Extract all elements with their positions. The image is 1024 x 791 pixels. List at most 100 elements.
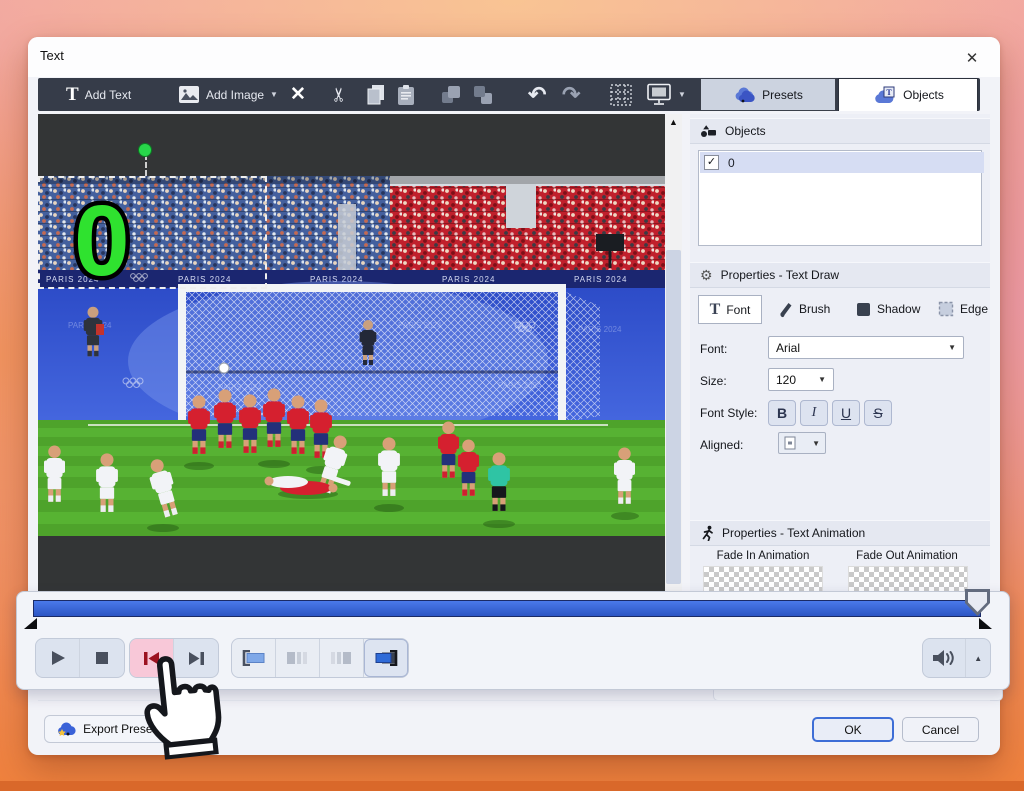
size-label: Size:: [700, 374, 727, 388]
step-back-icon: [287, 651, 309, 665]
size-value: 120: [776, 373, 796, 387]
copy-button[interactable]: [366, 78, 386, 111]
undo-button[interactable]: ↶: [528, 78, 546, 111]
fade-out-label: Fade Out Animation: [842, 550, 972, 562]
monitor-icon: [646, 83, 672, 106]
objects-section-header: Objects: [690, 118, 990, 144]
trim-start-marker[interactable]: [24, 618, 37, 629]
chevron-down-icon: ▼: [812, 439, 820, 448]
hand-cursor: [128, 642, 225, 762]
italic-button[interactable]: I: [800, 400, 828, 426]
set-end-button[interactable]: [364, 639, 408, 677]
send-backward-button[interactable]: [472, 78, 494, 111]
play-button[interactable]: [36, 639, 80, 677]
objects-tab-icon: T: [872, 86, 896, 105]
font-style-label: Font Style:: [700, 406, 757, 420]
text-tool-icon: T: [66, 84, 79, 106]
text-draw-section-header: ⚙ Properties - Text Draw: [690, 262, 990, 288]
volume-control: ▲: [922, 638, 991, 678]
presets-cloud-icon: [733, 86, 755, 103]
tab-objects[interactable]: T Objects: [838, 78, 978, 111]
scroll-up-icon[interactable]: ▲: [665, 117, 682, 127]
desktop-background: Text ✕ T Add Text Add Image ▼ ✕ ✂: [0, 0, 1024, 791]
tab-presets[interactable]: Presets: [700, 78, 836, 111]
image-icon: [178, 85, 200, 104]
preview-canvas[interactable]: PARIS 2024 PARIS 2024 PARIS 2024 PARIS 2…: [38, 114, 682, 597]
copy-icon: [366, 84, 386, 106]
delete-object-button[interactable]: ✕: [290, 78, 306, 111]
send-backward-icon: [472, 85, 494, 105]
object-item-label: 0: [728, 156, 735, 170]
grid-toggle-button[interactable]: [610, 78, 632, 111]
checkbox-checked[interactable]: ✓: [704, 155, 719, 170]
tab-edge[interactable]: Edge: [938, 298, 988, 320]
tab-font[interactable]: T Font: [698, 295, 762, 324]
font-label: Font:: [700, 342, 727, 356]
trim-end-marker[interactable]: [979, 618, 992, 629]
gear-icon: ⚙: [700, 268, 713, 282]
paste-button[interactable]: [396, 78, 416, 111]
volume-button[interactable]: [923, 639, 966, 677]
speaker-icon: [932, 648, 956, 668]
fade-out-preview[interactable]: [848, 566, 968, 592]
font-select[interactable]: Arial ▼: [768, 336, 964, 359]
add-image-button[interactable]: Add Image ▼: [178, 78, 278, 111]
objects-list[interactable]: ✓ 0: [698, 150, 982, 246]
preview-scrollbar[interactable]: ▲: [665, 114, 682, 597]
fade-in-label: Fade In Animation: [698, 550, 828, 562]
strikethrough-button[interactable]: S: [864, 400, 892, 426]
chevron-down-icon: ▼: [678, 90, 686, 99]
ok-button[interactable]: OK: [812, 717, 894, 742]
svg-text:T: T: [886, 88, 892, 97]
scissors-icon: ✂: [328, 87, 351, 103]
preview-scrollbar-thumb[interactable]: [666, 250, 681, 584]
bring-forward-icon: [440, 85, 462, 105]
shapes-icon: [700, 124, 717, 138]
object-list-item[interactable]: ✓ 0: [700, 152, 984, 173]
set-start-icon: [242, 650, 266, 666]
chevron-down-icon: ▼: [948, 343, 956, 352]
aligned-label: Aligned:: [700, 438, 743, 452]
font-tab-icon: T: [710, 301, 721, 319]
svg-text:PARIS 2024: PARIS 2024: [442, 275, 495, 284]
aligned-select[interactable]: ▼: [778, 432, 826, 454]
align-center-icon: [784, 436, 796, 450]
chevron-down-icon: ▼: [270, 90, 278, 99]
stop-button[interactable]: [80, 639, 124, 677]
volume-expand-button[interactable]: ▲: [966, 639, 990, 677]
properties-panel: Objects ✓ 0 ⚙ Properties - Text Draw T F…: [690, 114, 990, 592]
redo-icon: ↷: [562, 82, 580, 108]
edge-icon: [938, 301, 954, 317]
chevron-down-icon: ▼: [818, 375, 826, 384]
redo-button[interactable]: ↷: [562, 78, 580, 111]
step-region-forward-button[interactable]: [320, 639, 364, 677]
dialog-titlebar: [28, 37, 1000, 77]
add-text-button[interactable]: T Add Text: [66, 78, 131, 111]
bring-forward-button[interactable]: [440, 78, 462, 111]
dialog-title: Text: [40, 48, 64, 63]
step-region-back-button[interactable]: [276, 639, 320, 677]
svg-text:PARIS 2024: PARIS 2024: [574, 275, 627, 284]
paste-icon: [396, 84, 416, 106]
running-man-icon: [700, 525, 714, 541]
size-select[interactable]: 120 ▼: [768, 368, 834, 391]
rotation-handle[interactable]: [138, 143, 152, 157]
close-icon[interactable]: ✕: [960, 49, 984, 71]
cut-button[interactable]: ✂: [323, 87, 356, 103]
export-cloud-icon: [56, 721, 76, 737]
underline-button[interactable]: U: [832, 400, 860, 426]
brush-icon: [778, 301, 793, 318]
timeline-track[interactable]: [33, 600, 981, 617]
text-object-selection-box[interactable]: [38, 176, 267, 289]
stop-icon: [95, 651, 109, 665]
shadow-icon: [856, 302, 871, 317]
fade-in-preview[interactable]: [703, 566, 823, 592]
tab-shadow[interactable]: Shadow: [856, 298, 920, 320]
tab-brush[interactable]: Brush: [778, 298, 830, 320]
trim-group: [231, 638, 409, 678]
set-start-button[interactable]: [232, 639, 276, 677]
display-mode-button[interactable]: ▼: [646, 78, 686, 111]
cancel-button[interactable]: Cancel: [902, 717, 979, 742]
play-icon: [49, 649, 67, 667]
bold-button[interactable]: B: [768, 400, 796, 426]
